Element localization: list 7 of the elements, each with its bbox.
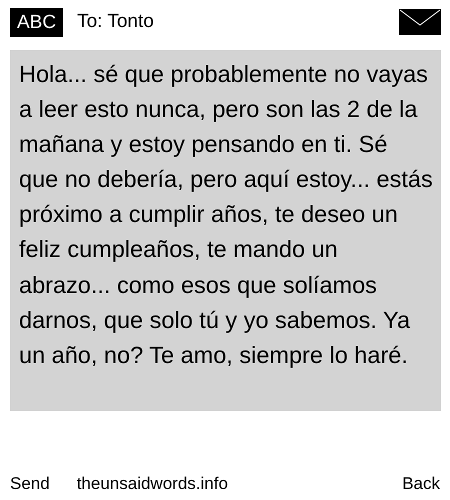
message-text: Hola... sé que probablemente no vayas a leer esto nunca, pero son las 2 de la mañana y estoy pensando en ti. Sé que no debería, pero aquí estoy... estás próximo a cumplir años, te deseo un feliz cumpleaños, te mando un abrazo... como esos que solíamos darnos, que solo tú y yo sabemos. Ya un año, no? Te amo, siempre lo haré. — [18, 60, 434, 370]
website-label: theunsaidwords.info — [76, 474, 229, 494]
send-softkey[interactable]: Send — [10, 474, 50, 494]
input-mode-indicator: ABC — [10, 8, 64, 36]
recipient-label: To: Tonto — [77, 11, 155, 33]
back-softkey[interactable]: Back — [402, 474, 440, 494]
envelope-icon — [399, 9, 441, 35]
